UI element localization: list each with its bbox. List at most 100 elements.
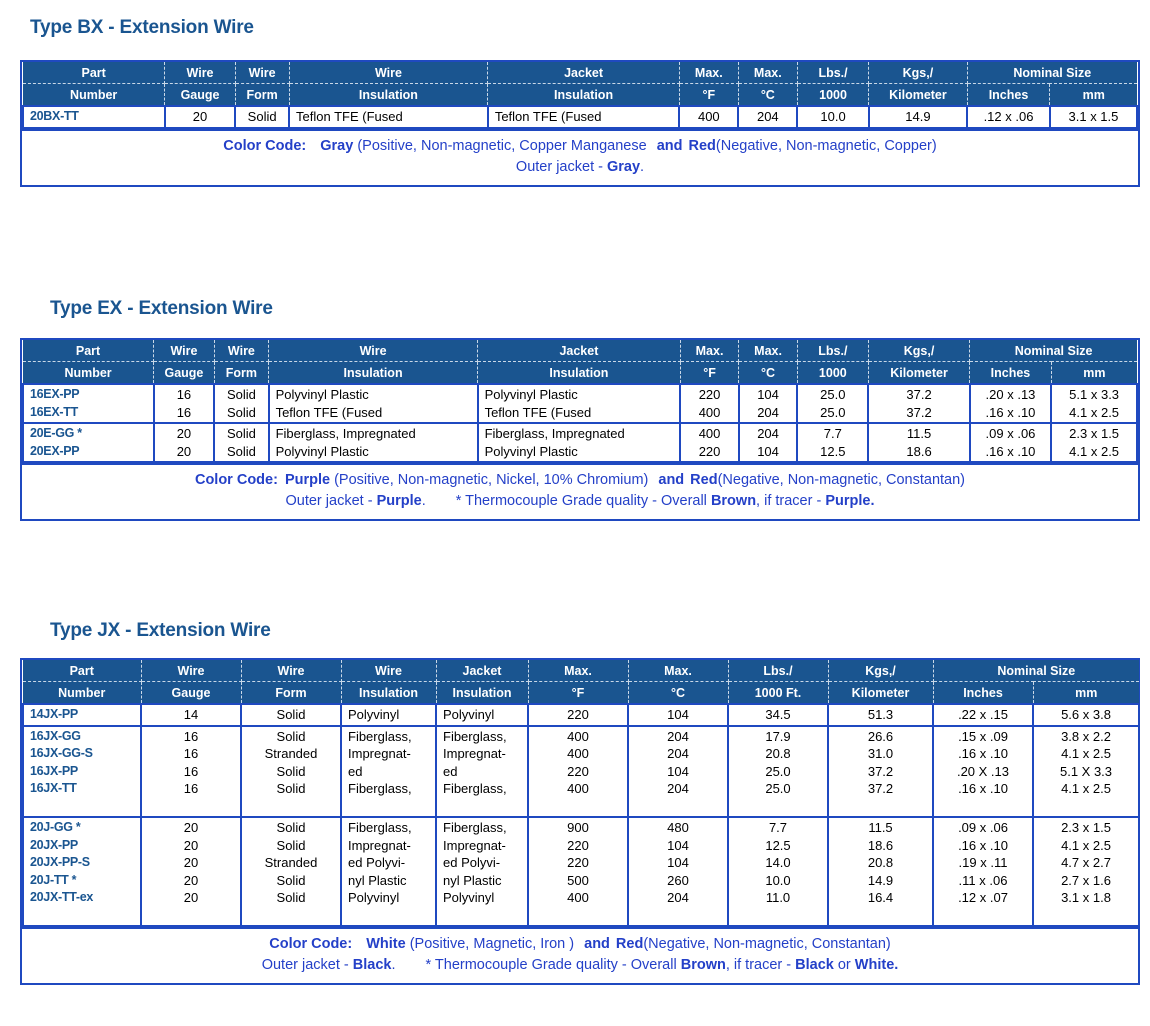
th-kilometer: Kilometer [868, 83, 968, 106]
table-row-group: 14JX-PP 14 Solid Polyvinyl Polyvinyl 220… [22, 703, 1141, 727]
part-number-line: 16JX-PP [30, 763, 78, 778]
th-wire-2: Wire [214, 340, 270, 362]
th-wire: Wire [153, 340, 215, 362]
cell-kgs-km: 11.5 18.6 [867, 422, 971, 463]
th-degc: °C [628, 681, 729, 704]
th-form: Form [241, 681, 342, 704]
header-row-top: Part Wire Wire Wire Jacket Max. Max. Lbs… [23, 62, 1137, 84]
table-row-group: 16JX-GG 16JX-GG-S 16JX-PP 16JX-TT 16 16 … [22, 724, 1141, 818]
note-or: or [837, 957, 851, 973]
cell-wire-form: Solid [240, 703, 342, 727]
th-kgs: Kgs,/ [868, 340, 971, 362]
th-number: Number [23, 83, 166, 106]
table-jx-head: Part Wire Wire Wire Jacket Max. Max. Lbs… [23, 660, 1140, 704]
th-mm: mm [1033, 681, 1140, 704]
th-gauge: Gauge [153, 361, 215, 384]
outer-jacket-label: Outer jacket - [261, 957, 349, 973]
table-ex-grid: Part Wire Wire Wire Jacket Max. Max. Lbs… [22, 340, 1138, 463]
th-jacket-insulation: Insulation [477, 361, 681, 384]
cell-part-numbers: 16EX-PP 16EX-TT [22, 383, 155, 424]
th-nominal-size: Nominal Size [933, 660, 1140, 682]
th-form: Form [235, 83, 290, 106]
th-jacket-insulation: Insulation [487, 83, 680, 106]
th-wire-3: Wire [341, 660, 437, 682]
table-jx-grid: Part Wire Wire Wire Jacket Max. Max. Lbs… [22, 660, 1141, 927]
cell-max-c: 104 [627, 703, 729, 727]
part-number-line: 16JX-GG-S [30, 746, 93, 760]
cell-max-c: 204 [737, 105, 799, 129]
cell-nominal-inches: .09 x .06 .16 x .10 [968, 422, 1053, 463]
th-max-c: Max. [738, 340, 798, 362]
th-wire-3: Wire [289, 62, 489, 84]
th-part: Part [23, 340, 155, 362]
cell-wire-insulation: Fiberglass, Impregnated Polyvinyl Plasti… [267, 422, 479, 463]
part-number-line: 20J-GG * [30, 820, 81, 834]
table-row-group: 20J-GG * 20JX-PP 20JX-PP-S 20J-TT * 20JX… [22, 816, 1141, 927]
cell-lbs-1000: 34.5 [727, 703, 829, 727]
th-lbs: Lbs./ [797, 340, 869, 362]
table-bx: Part Wire Wire Wire Jacket Max. Max. Lbs… [20, 60, 1140, 187]
th-kilometer: Kilometer [828, 681, 934, 704]
th-mm: mm [1051, 361, 1137, 384]
th-lbs: Lbs./ [797, 62, 870, 84]
cell-wire-gauge: 16 16 16 16 [140, 724, 242, 818]
note-color-3: White. [854, 957, 899, 973]
cell-nominal-inches: .12 x .06 [966, 105, 1051, 129]
th-wire: Wire [164, 62, 236, 84]
th-inches: Inches [967, 83, 1051, 106]
th-wire-3: Wire [268, 340, 479, 362]
part-number-line: 14JX-PP [30, 707, 78, 721]
th-max-f: Max. [528, 660, 629, 682]
cell-jacket-insulation: Fiberglass, Impregnat- ed Polyvi- nyl Pl… [435, 816, 529, 927]
cell-wire-gauge: 14 [140, 703, 242, 727]
note-middle: , if tracer - [756, 493, 822, 509]
cell-max-c: 480 104 104 260 204 [627, 816, 729, 927]
th-nominal-size: Nominal Size [967, 62, 1137, 84]
cell-lbs-1000: 17.9 20.8 25.0 25.0 [727, 724, 829, 818]
section-title-jx: Type JX - Extension Wire [50, 620, 271, 641]
th-nominal-size: Nominal Size [969, 340, 1137, 362]
color-code-bx: Color Code: Gray (Positive, Non-magnetic,… [22, 128, 1138, 185]
cell-kgs-km: 11.5 18.6 20.8 14.9 16.4 [827, 816, 934, 927]
th-inches: Inches [933, 681, 1034, 704]
outer-jacket-end: . [421, 493, 426, 509]
th-max-f: Max. [679, 62, 739, 84]
negative-color: Red [615, 936, 644, 952]
th-inches: Inches [969, 361, 1052, 384]
th-number: Number [23, 681, 142, 704]
table-jx: Part Wire Wire Wire Jacket Max. Max. Lbs… [20, 658, 1141, 985]
cell-max-f: 400 400 220 400 [527, 724, 629, 818]
cell-wire-form: Solid Stranded Solid Solid [240, 724, 342, 818]
table-ex: Part Wire Wire Wire Jacket Max. Max. Lbs… [20, 338, 1140, 521]
th-degf: °F [679, 83, 739, 106]
th-degc: °C [738, 361, 798, 384]
th-degf: °F [680, 361, 740, 384]
th-part: Part [23, 660, 142, 682]
th-per-1000-ft: 1000 Ft. [728, 681, 829, 704]
header-row-bottom: Number Gauge Form Insulation Insulation … [23, 83, 1137, 106]
note-color-2: Purple. [825, 493, 875, 509]
positive-color: Purple [284, 472, 331, 488]
th-part: Part [23, 62, 166, 84]
negative-color: Red [690, 472, 718, 488]
note-prefix: * Thermocouple Grade quality - Overall [425, 957, 677, 973]
part-number-line: 16JX-TT [30, 781, 77, 795]
table-bx-body: 20BX-TT 20 Solid Teflon TFE (Fused Teflo… [22, 105, 1139, 129]
cell-jacket-insulation: Polyvinyl [435, 703, 529, 727]
cell-wire-form: Solid Solid Stranded Solid Solid [240, 816, 342, 927]
th-number: Number [23, 361, 155, 384]
th-form: Form [214, 361, 270, 384]
th-jacket-insulation: Insulation [436, 681, 529, 704]
cell-nominal-mm: 3.8 x 2.2 4.1 x 2.5 5.1 X 3.3 4.1 x 2.5 [1031, 724, 1141, 818]
header-row-top: Part Wire Wire Wire Jacket Max. Max. Lbs… [23, 340, 1137, 362]
cell-kgs-km: 37.2 37.2 [867, 383, 971, 424]
cell-wire-form: Solid Solid [213, 422, 270, 463]
th-wire-2: Wire [235, 62, 290, 84]
cell-max-c: 204 204 104 204 [627, 724, 729, 818]
color-code-label: Color Code: [223, 137, 307, 154]
conjunction: and [656, 137, 683, 154]
part-number-line: 16EX-PP [30, 387, 80, 401]
th-insulation: Insulation [341, 681, 437, 704]
th-kgs: Kgs,/ [868, 62, 968, 84]
th-jacket: Jacket [487, 62, 680, 84]
